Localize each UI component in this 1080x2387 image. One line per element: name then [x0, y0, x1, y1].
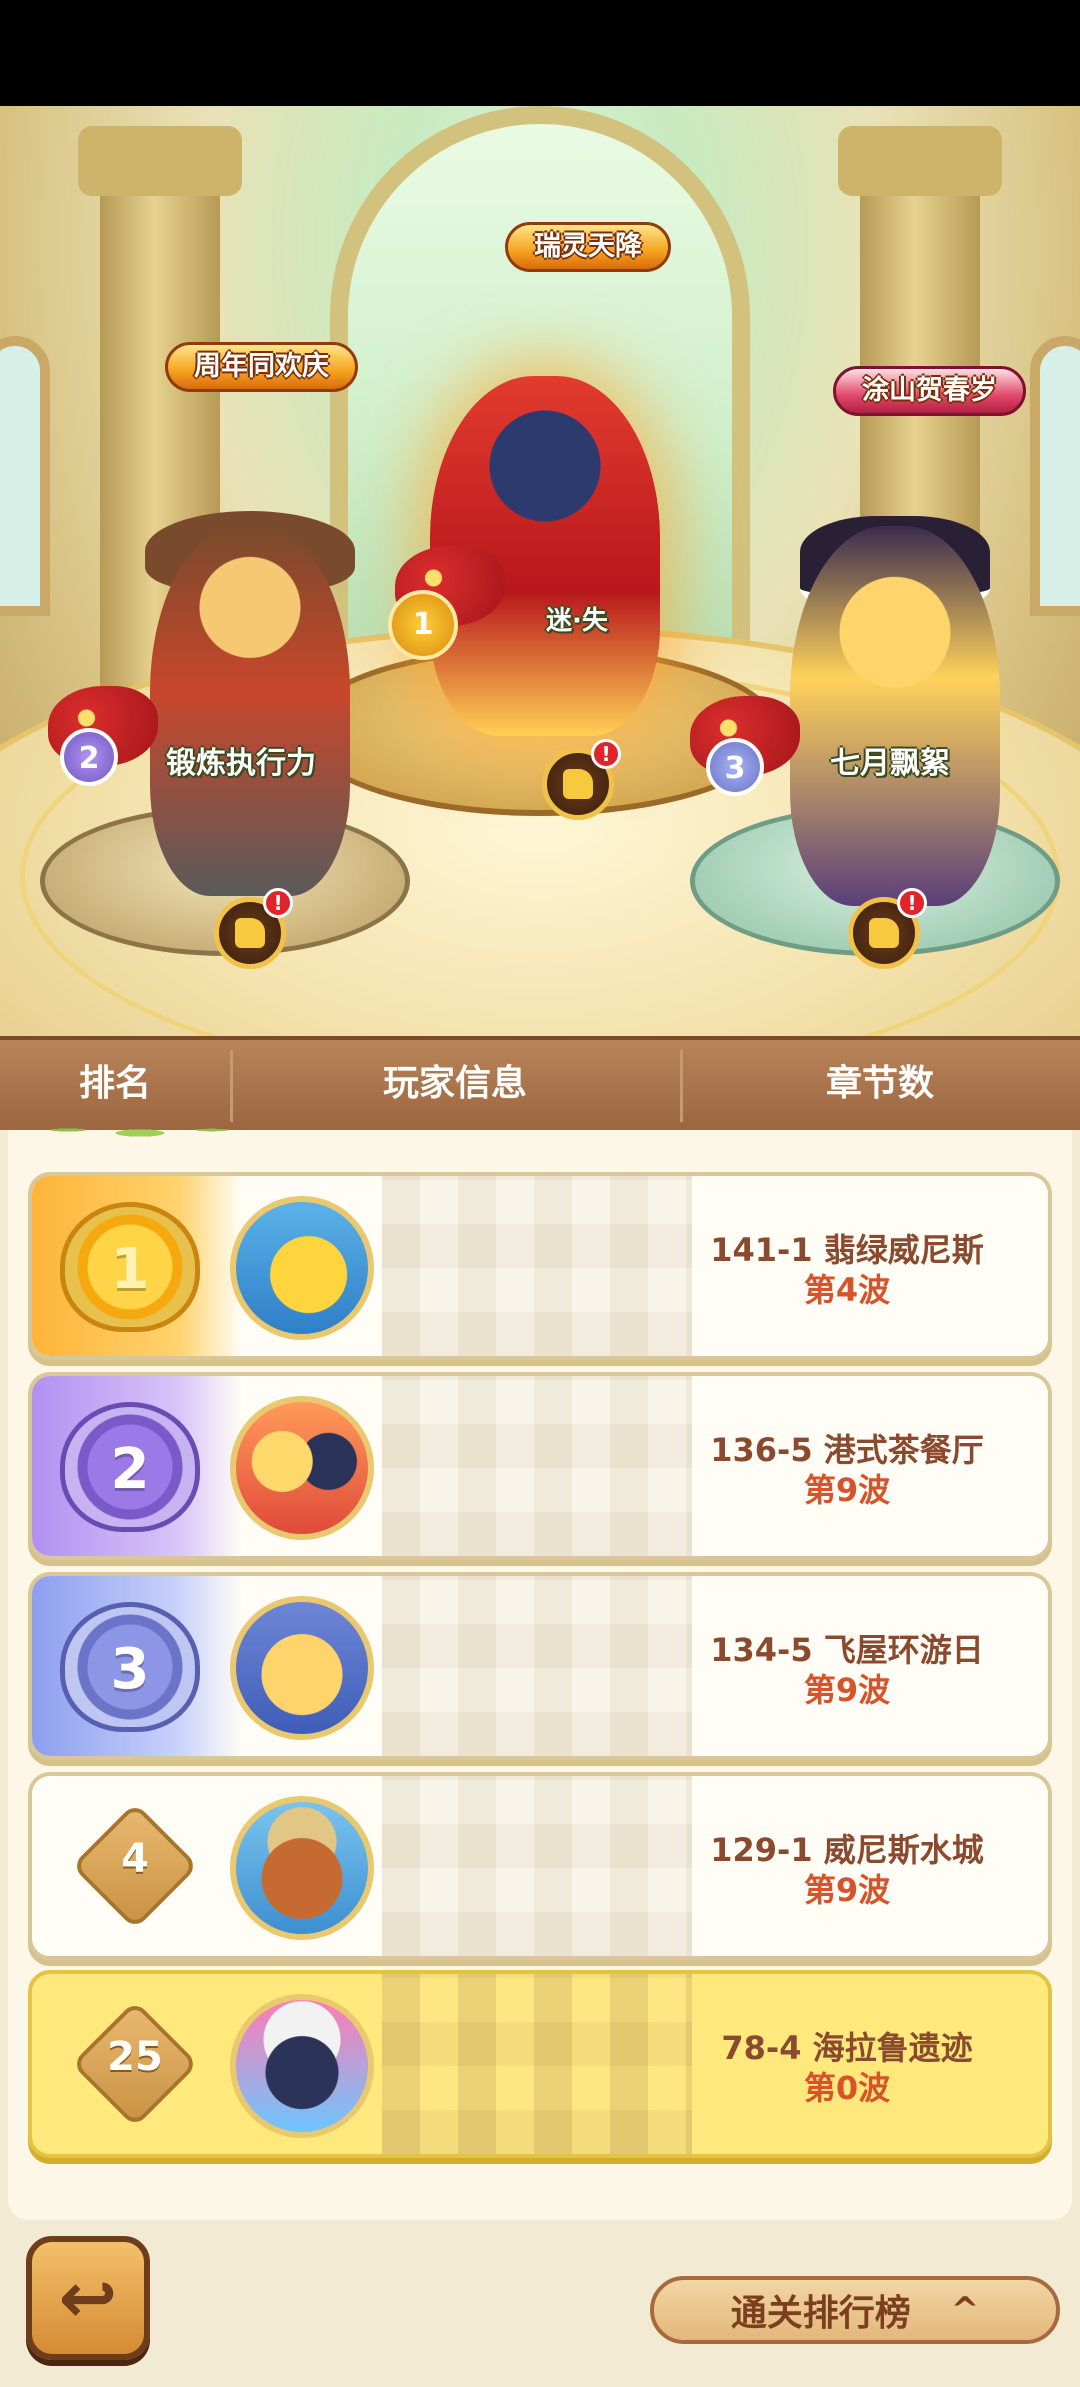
wave-count: 第4波	[803, 1271, 891, 1309]
thumbs-up-icon	[235, 918, 265, 948]
rank-number: 4	[121, 1836, 149, 1882]
thumbs-up-icon	[563, 769, 593, 799]
chapter-progress: 129-1 威尼斯水城	[710, 1831, 984, 1869]
leaderboard-label: 通关排行榜	[730, 2293, 911, 2334]
chapter-progress: 136-5 港式茶餐厅	[710, 1431, 984, 1469]
third-place-character[interactable]	[790, 526, 1000, 906]
player-name-redacted	[382, 1176, 692, 1356]
second-place-character[interactable]	[150, 526, 350, 896]
silver-medal-icon: 2	[60, 1402, 200, 1532]
first-place-badge: 1	[388, 590, 458, 660]
like-third-button[interactable]: !	[848, 888, 927, 969]
third-place-title: 涂山贺春岁	[833, 366, 1026, 416]
table-row[interactable]: 2 136-5 港式茶餐厅 第9波	[28, 1372, 1052, 1560]
table-row[interactable]: 1 141-1 翡绿威尼斯 第4波	[28, 1172, 1052, 1360]
grass-decoration	[20, 1115, 260, 1145]
player-name-redacted	[382, 1376, 692, 1556]
third-place-badge: 3	[706, 738, 764, 796]
status-bar	[0, 0, 1080, 106]
second-place-badge: 2	[60, 728, 118, 786]
duck-avatar-icon[interactable]	[230, 1196, 374, 1340]
leaderboard-toggle-button[interactable]: 通关排行榜 ^	[650, 2276, 1060, 2344]
wave-count: 第9波	[803, 1471, 891, 1509]
chapter-progress: 134-5 飞屋环游日	[710, 1631, 984, 1669]
gold-medal-icon: 1	[60, 1202, 200, 1332]
chapter-progress: 78-4 海拉鲁遗迹	[721, 2029, 973, 2067]
wave-count: 第9波	[803, 1671, 891, 1709]
bear-explorer-avatar-icon[interactable]	[230, 1796, 374, 1940]
chapter-progress: 141-1 翡绿威尼斯	[710, 1231, 984, 1269]
thumbs-up-icon	[869, 918, 899, 948]
chevron-up-icon: ^	[950, 2290, 980, 2330]
table-row[interactable]: 3 134-5 飞屋环游日 第9波	[28, 1572, 1052, 1760]
back-button[interactable]: ↩	[26, 2236, 150, 2360]
back-arrow-icon: ↩	[58, 2257, 118, 2339]
header-chapter: 章节数	[825, 1063, 934, 1104]
third-place-name: 七月飘絮	[830, 746, 950, 781]
bronze-medal-icon: 3	[60, 1602, 200, 1732]
alert-badge: !	[897, 888, 927, 918]
player-name-redacted	[382, 1974, 692, 2154]
my-rank-row[interactable]: 25 78-4 海拉鲁遗迹 第0波	[28, 1970, 1052, 2158]
left-window	[0, 336, 50, 616]
player-name-redacted	[382, 1576, 692, 1756]
header-player-info: 玩家信息	[382, 1063, 527, 1104]
wave-count: 第9波	[803, 1871, 891, 1909]
table-row[interactable]: 4 129-1 威尼斯水城 第9波	[28, 1772, 1052, 1960]
wave-count: 第0波	[803, 2069, 891, 2107]
clown-avatar-icon[interactable]	[230, 1994, 374, 2138]
like-second-button[interactable]: !	[214, 888, 293, 969]
first-place-title: 瑞灵天降	[505, 222, 671, 272]
right-window	[1030, 336, 1080, 616]
alert-badge: !	[591, 739, 621, 769]
duo-heroes-avatar-icon[interactable]	[230, 1396, 374, 1540]
second-place-title: 周年同欢庆	[165, 342, 358, 392]
second-place-name: 锻炼执行力	[166, 746, 316, 781]
player-name-redacted	[382, 1776, 692, 1956]
rank-number: 25	[107, 2034, 163, 2080]
alert-badge: !	[263, 888, 293, 918]
like-first-button[interactable]: !	[542, 739, 621, 820]
witch-avatar-icon[interactable]	[230, 1596, 374, 1740]
first-place-name: 迷·失	[546, 606, 608, 636]
